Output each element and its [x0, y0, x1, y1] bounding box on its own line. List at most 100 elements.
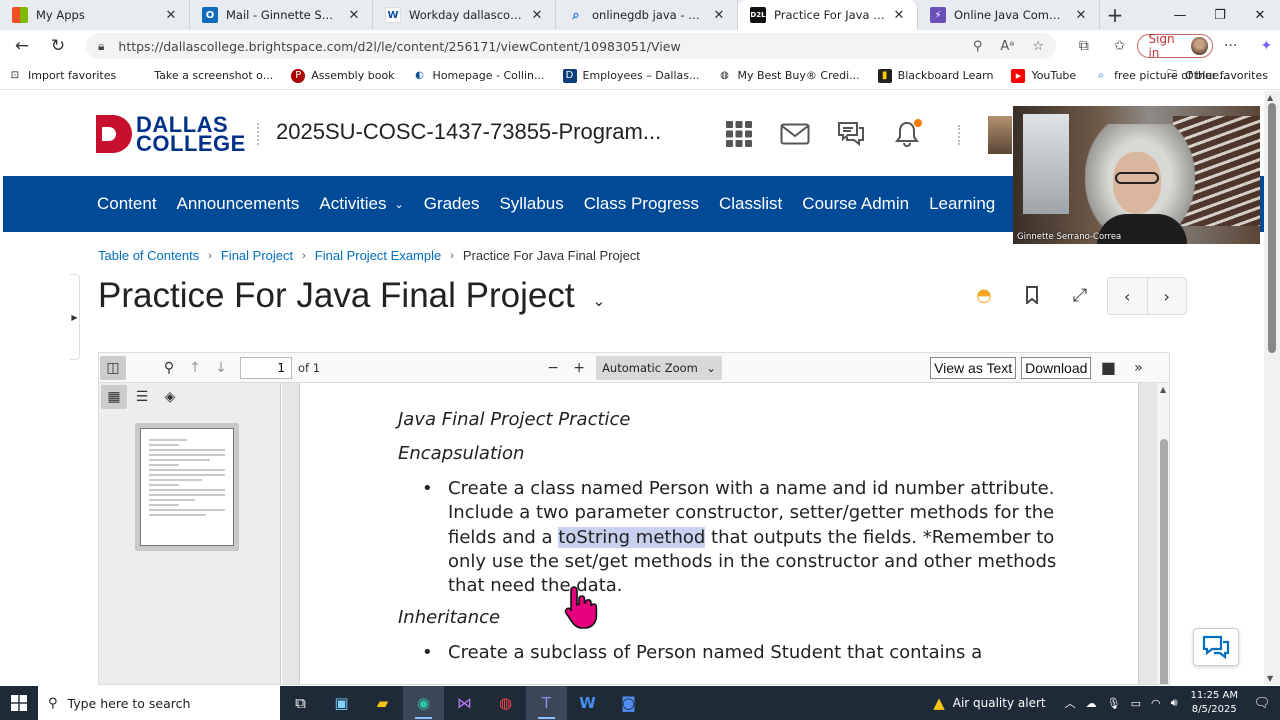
favorites-icon[interactable]: ✩: [1108, 38, 1132, 54]
presentation-mode-icon[interactable]: ■: [1095, 356, 1121, 380]
fav-import[interactable]: ⊡ Import favorites: [8, 69, 116, 83]
course-selector-grid-icon[interactable]: [722, 119, 756, 149]
air-quality-alert[interactable]: ▲ Air quality alert: [933, 694, 1045, 712]
close-icon[interactable]: ✕: [891, 8, 907, 23]
fav-employees[interactable]: D Employees – Dallas...: [562, 68, 700, 83]
close-icon[interactable]: ✕: [1073, 8, 1089, 23]
zoom-app-icon[interactable]: ◙: [608, 686, 649, 720]
video-call-overlay[interactable]: Ginnette Serrano-Correa: [1013, 106, 1260, 244]
course-title[interactable]: 2025SU-COSC-1437-73855-Program...: [276, 119, 661, 145]
file-explorer-icon[interactable]: ▰: [362, 686, 403, 720]
edge-icon[interactable]: ◉: [403, 686, 444, 720]
thumbnails-view-icon[interactable]: ▦: [101, 385, 127, 409]
new-tab-button[interactable]: +: [1100, 0, 1130, 30]
dallas-college-logo[interactable]: DALLAS COLLEGE: [96, 114, 246, 155]
wifi-icon[interactable]: ◠: [1151, 697, 1161, 710]
nav-classlist[interactable]: Classlist: [719, 194, 782, 214]
zoom-out-icon[interactable]: −: [540, 356, 566, 380]
fav-collin[interactable]: ◐ Homepage - Collin...: [413, 69, 544, 83]
tab-my-apps[interactable]: My Apps ✕: [0, 0, 190, 30]
nav-learning[interactable]: Learning: [929, 194, 995, 214]
close-icon[interactable]: ✕: [163, 8, 179, 23]
read-aloud-icon[interactable]: Aᵃ: [1000, 39, 1014, 54]
close-icon[interactable]: ✕: [529, 8, 545, 23]
store-icon[interactable]: ▣: [321, 686, 362, 720]
start-windows-icon[interactable]: [0, 686, 38, 720]
word-icon[interactable]: W: [567, 686, 608, 720]
toggle-sidebar-icon[interactable]: ◫: [100, 355, 126, 380]
taskbar-clock[interactable]: 11:25 AM 8/5/2025: [1191, 689, 1238, 717]
chevron-up-icon[interactable]: ︿: [1065, 695, 1076, 711]
battery-icon[interactable]: ▭: [1131, 697, 1141, 710]
cloud-icon[interactable]: ☁: [1086, 697, 1097, 710]
notification-bell-icon[interactable]: [890, 119, 924, 149]
completion-status-icon[interactable]: ◓: [968, 279, 1000, 311]
more-menu-icon[interactable]: ···: [1219, 38, 1243, 54]
tab-practice-java[interactable]: D2L Practice For Java Final Project ✕: [738, 0, 918, 30]
nav-activities[interactable]: Activities ⌄: [319, 194, 403, 214]
notifications-icon[interactable]: 🗨︎: [1250, 696, 1274, 711]
breadcrumb-link[interactable]: Final Project: [221, 248, 293, 263]
page-scrollbar[interactable]: ▲ ▼: [1264, 91, 1280, 685]
fav-youtube[interactable]: ▶ YouTube: [1011, 68, 1076, 83]
fullscreen-icon[interactable]: ⤢: [1064, 279, 1096, 311]
pdf-scrollbar[interactable]: ▲: [1157, 383, 1169, 684]
teams-icon[interactable]: T: [526, 686, 567, 720]
nav-content[interactable]: Content: [97, 194, 157, 214]
visual-studio-icon[interactable]: ⋈: [444, 686, 485, 720]
find-search-icon[interactable]: ⚲: [156, 356, 182, 380]
mail-icon[interactable]: [778, 119, 812, 149]
next-topic-icon[interactable]: ›: [1148, 278, 1187, 314]
nav-announcements[interactable]: Announcements: [177, 194, 300, 214]
other-favorites[interactable]: 🗀︎ Other favorites: [1165, 69, 1268, 83]
tab-workday[interactable]: W Workday dallascollege ✕: [373, 0, 556, 30]
copilot-icon[interactable]: ✦: [1254, 38, 1278, 54]
nav-class-progress[interactable]: Class Progress: [584, 194, 699, 214]
minimize-icon[interactable]: —: [1160, 0, 1200, 30]
back-icon[interactable]: ←: [4, 31, 40, 61]
zoom-select[interactable]: Automatic Zoom ⌄: [596, 355, 723, 380]
close-icon[interactable]: ✕: [711, 8, 727, 23]
chrome-icon[interactable]: ◍: [485, 686, 526, 720]
chat-bubbles-icon[interactable]: [834, 119, 868, 149]
tab-online-java[interactable]: ⚡ Online Java Compiler - online ✕: [918, 0, 1100, 30]
toc-panel-toggle[interactable]: ▶: [70, 274, 80, 360]
task-view-icon[interactable]: ⧉: [280, 686, 321, 720]
next-page-icon[interactable]: ↓: [208, 356, 234, 380]
zoom-icon[interactable]: ⚲: [973, 39, 983, 54]
fav-screenshot[interactable]: Take a screenshot o...: [134, 69, 273, 83]
maximize-icon[interactable]: ❐: [1200, 0, 1240, 30]
user-avatar[interactable]: [988, 116, 1012, 154]
scroll-down-icon[interactable]: ▼: [1267, 674, 1273, 683]
zoom-in-icon[interactable]: +: [566, 356, 592, 380]
favorite-star-icon[interactable]: ☆: [1032, 39, 1044, 54]
fav-assembly[interactable]: P Assembly book: [291, 68, 395, 83]
outline-view-icon[interactable]: ☰: [129, 385, 155, 409]
breadcrumb-link[interactable]: Table of Contents: [98, 248, 199, 263]
view-as-text-button[interactable]: View as Text: [930, 356, 1017, 379]
lock-icon[interactable]: 🔒︎: [98, 39, 104, 54]
layers-view-icon[interactable]: ◈: [157, 385, 183, 409]
fav-bestbuy[interactable]: ◍ My Best Buy® Credi...: [718, 69, 860, 83]
address-bar[interactable]: 🔒︎ https://dallascollege.brightspace.com…: [86, 33, 1056, 59]
nav-grades[interactable]: Grades: [424, 194, 480, 214]
page-thumbnail[interactable]: [135, 423, 239, 551]
tab-mail[interactable]: O Mail - Ginnette Serrano - Out ✕: [190, 0, 373, 30]
previous-topic-icon[interactable]: ‹: [1108, 278, 1148, 314]
scroll-thumb[interactable]: [1160, 439, 1168, 684]
scroll-up-icon[interactable]: ▲: [1160, 385, 1166, 394]
chevron-down-icon[interactable]: ⌄: [593, 292, 606, 310]
chat-support-button[interactable]: [1193, 628, 1239, 666]
download-button[interactable]: Download: [1021, 356, 1092, 379]
refresh-icon[interactable]: ↻: [40, 31, 76, 61]
sign-in-button[interactable]: Sign in: [1137, 32, 1213, 60]
scroll-up-icon[interactable]: ▲: [1267, 93, 1273, 102]
volume-icon[interactable]: 🔊︎: [1171, 696, 1178, 710]
taskbar-search-box[interactable]: ⚲ Type here to search: [38, 686, 280, 720]
previous-page-icon[interactable]: ↑: [182, 356, 208, 380]
close-window-icon[interactable]: ✕: [1240, 0, 1280, 30]
scroll-thumb[interactable]: [1268, 103, 1276, 353]
tab-search[interactable]: ⌕ onlinegdb java - Search ✕: [556, 0, 738, 30]
page-number-input[interactable]: [240, 356, 292, 379]
nav-course-admin[interactable]: Course Admin: [802, 194, 909, 214]
